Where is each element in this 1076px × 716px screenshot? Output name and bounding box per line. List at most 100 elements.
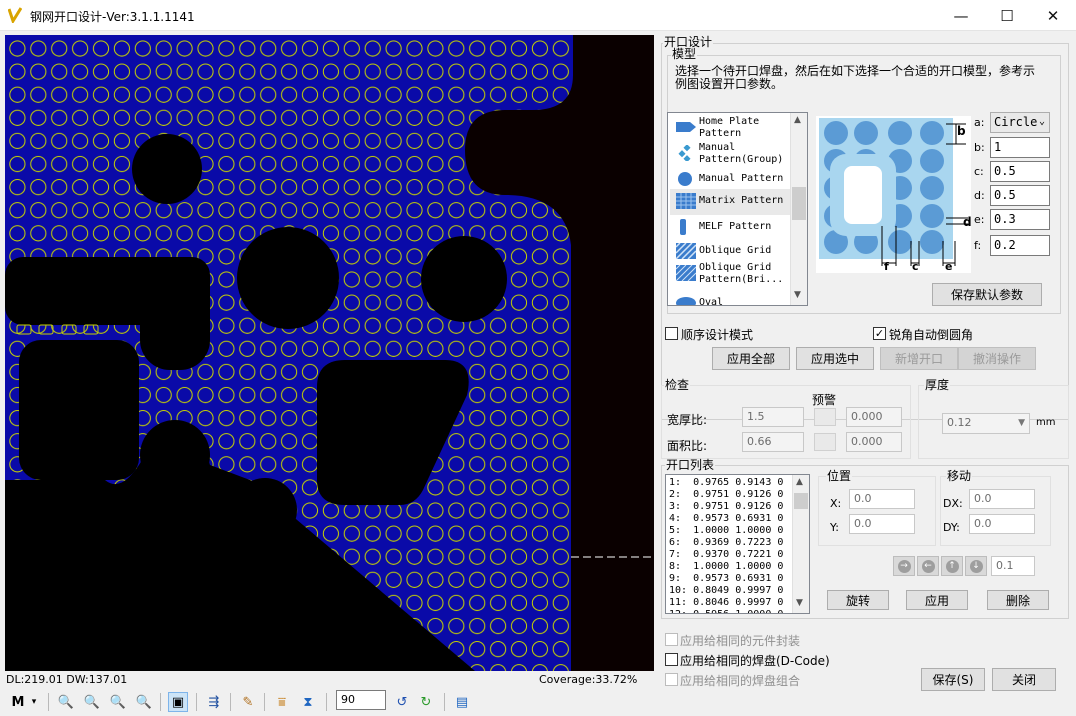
position-x-input[interactable]: 0.0 xyxy=(849,489,915,509)
openings-list-scrollbar[interactable]: ▲ ▼ xyxy=(792,475,809,613)
opening-row[interactable]: 10: 0.8049 0.9997 0 xyxy=(669,585,783,597)
move-down-button[interactable]: ↓ xyxy=(965,556,987,576)
param-e-input[interactable]: 0.3 xyxy=(990,209,1050,230)
move-dy-input[interactable]: 0.0 xyxy=(969,514,1035,534)
auto-round-checkbox[interactable]: ✓ xyxy=(873,327,886,340)
diagram-dot xyxy=(920,176,944,200)
move-group-title: 移动 xyxy=(946,469,973,483)
diagram-label-e: e xyxy=(945,260,953,273)
apply-button[interactable]: 应用 xyxy=(906,590,968,610)
maximize-button[interactable]: ☐ xyxy=(984,0,1030,31)
manual-group-icon xyxy=(676,144,696,164)
move-group xyxy=(940,476,1051,546)
param-b-input[interactable]: 1 xyxy=(990,137,1050,158)
zoom-icon[interactable]: 🔍 xyxy=(56,692,76,712)
zoom-out-icon[interactable]: 🔍 xyxy=(108,692,128,712)
diagram-dot xyxy=(920,149,944,173)
measure-tool-icon[interactable]: M xyxy=(8,692,28,712)
arrow-down-icon: ↓ xyxy=(969,559,983,573)
opening-row[interactable]: 2: 0.9751 0.9126 0 xyxy=(669,489,783,501)
pattern-item[interactable]: Oblique Grid Pattern(Bri... xyxy=(670,261,790,287)
thickness-value: 0.12 xyxy=(947,416,972,429)
diagram-dot xyxy=(920,230,944,254)
diagram-dot xyxy=(854,121,878,145)
param-d-input[interactable]: 0.5 xyxy=(990,185,1050,206)
close-button[interactable]: 关闭 xyxy=(992,668,1056,691)
move-dx-input[interactable]: 0.0 xyxy=(969,489,1035,509)
move-dy-label: DY: xyxy=(943,521,960,534)
move-step-input[interactable]: 0.1 xyxy=(991,556,1035,576)
pattern-item[interactable]: Home Plate Pattern xyxy=(670,115,790,141)
area-ratio-label: 面积比: xyxy=(667,439,708,453)
stencil-drawing[interactable] xyxy=(5,35,654,671)
move-left-button[interactable]: ← xyxy=(917,556,939,576)
rotation-angle-input[interactable]: 90 xyxy=(336,690,386,710)
close-window-button[interactable]: ✕ xyxy=(1030,0,1076,31)
param-a-select[interactable]: Circle ⌄ xyxy=(990,112,1050,133)
rotate-cw-icon[interactable]: ↻ xyxy=(416,692,436,712)
opening-row[interactable]: 11: 0.8046 0.9997 0 xyxy=(669,597,783,609)
apply-selected-button[interactable]: 应用选中 xyxy=(796,347,874,370)
zoom-window-icon[interactable]: ▣ xyxy=(168,692,188,712)
pattern-item[interactable]: Matrix Pattern xyxy=(670,189,790,215)
pattern-item[interactable]: Oval xyxy=(670,291,790,306)
pattern-item[interactable]: MELF Pattern xyxy=(670,215,790,241)
same-pad-label: 应用给相同的焊盘(D-Code) xyxy=(680,654,830,668)
undo-button[interactable]: 撤消操作 xyxy=(958,347,1036,370)
brush-icon[interactable]: ✎ xyxy=(238,692,258,712)
openings-group-title: 开口列表 xyxy=(665,458,716,472)
pattern-list[interactable]: Home Plate Pattern Manual Pattern(Group) M… xyxy=(667,112,808,306)
aspect-ratio-value: 1.5 xyxy=(742,407,804,427)
opening-row[interactable]: 3: 0.9751 0.9126 0 xyxy=(669,501,783,513)
opening-row[interactable]: 7: 0.9370 0.7221 0 xyxy=(669,549,783,561)
zoom-fit-icon[interactable]: 🔍 xyxy=(134,692,154,712)
sequential-mode-checkbox[interactable] xyxy=(665,327,678,340)
param-c-input[interactable]: 0.5 xyxy=(990,161,1050,182)
minimize-button[interactable]: — xyxy=(938,0,984,31)
aspect-warn-color[interactable] xyxy=(814,408,836,426)
apply-all-button[interactable]: 应用全部 xyxy=(712,347,790,370)
rotate-ccw-icon[interactable]: ↺ xyxy=(392,692,412,712)
position-y-input[interactable]: 0.0 xyxy=(849,514,915,534)
opening-row[interactable]: 5: 1.0000 1.0000 0 xyxy=(669,525,783,537)
opening-row[interactable]: 6: 0.9369 0.7223 0 xyxy=(669,537,783,549)
pattern-diagram: b d f c e xyxy=(816,116,972,273)
thickness-select[interactable]: 0.12 ▼ xyxy=(942,413,1030,434)
stencil-canvas[interactable] xyxy=(5,35,654,671)
rotate-button[interactable]: 旋转 xyxy=(827,590,889,610)
export-icon[interactable]: ⇶ xyxy=(204,692,224,712)
new-opening-button[interactable]: 新增开口 xyxy=(880,347,958,370)
opening-row[interactable]: 1: 0.9765 0.9143 0 xyxy=(669,477,783,489)
status-bar: DL:219.01 DW:137.01 Coverage:33.72% xyxy=(0,671,654,689)
opening-row[interactable]: 4: 0.9573 0.6931 0 xyxy=(669,513,783,525)
diagram-label-d: d xyxy=(963,215,972,229)
opening-row[interactable]: 12: 0.5956 1.0000 0 xyxy=(669,609,783,613)
window-icon[interactable]: ▤ xyxy=(452,692,472,712)
zoom-in-icon[interactable]: 🔍 xyxy=(82,692,102,712)
pattern-item[interactable]: Manual Pattern(Group) xyxy=(670,141,790,167)
opening-row[interactable]: 8: 1.0000 1.0000 0 xyxy=(669,561,783,573)
opening-row[interactable]: 9: 0.9573 0.6931 0 xyxy=(669,573,783,585)
pattern-item-label: Oval xyxy=(699,297,724,306)
flip-horizontal-icon[interactable]: ⩸ xyxy=(272,692,292,712)
save-default-params-button[interactable]: 保存默认参数 xyxy=(932,283,1042,306)
area-warn-value: 0.000 xyxy=(846,432,902,452)
aspect-warn-value: 0.000 xyxy=(846,407,902,427)
param-label-b: b: xyxy=(974,141,985,154)
mirror-icon[interactable]: ⧗ xyxy=(298,692,318,712)
area-warn-color[interactable] xyxy=(814,433,836,451)
pattern-list-scrollbar[interactable]: ▲ ▼ xyxy=(790,113,807,305)
position-group-title: 位置 xyxy=(826,469,853,483)
same-pad-checkbox[interactable] xyxy=(665,653,678,666)
same-pad-group-checkbox[interactable] xyxy=(665,673,678,686)
save-button[interactable]: 保存(S) xyxy=(921,668,985,691)
chevron-down-icon[interactable]: ▾ xyxy=(28,692,40,712)
aspect-ratio-label: 宽厚比: xyxy=(667,413,708,427)
param-f-input[interactable]: 0.2 xyxy=(990,235,1050,256)
move-up-button[interactable]: ↑ xyxy=(941,556,963,576)
param-label-f: f: xyxy=(974,239,982,252)
move-right-button[interactable]: → xyxy=(893,556,915,576)
same-package-checkbox[interactable] xyxy=(665,633,678,646)
delete-button[interactable]: 删除 xyxy=(987,590,1049,610)
openings-list[interactable]: 1: 0.9765 0.9143 0 2: 0.9751 0.9126 0 3: 0… xyxy=(665,474,810,614)
